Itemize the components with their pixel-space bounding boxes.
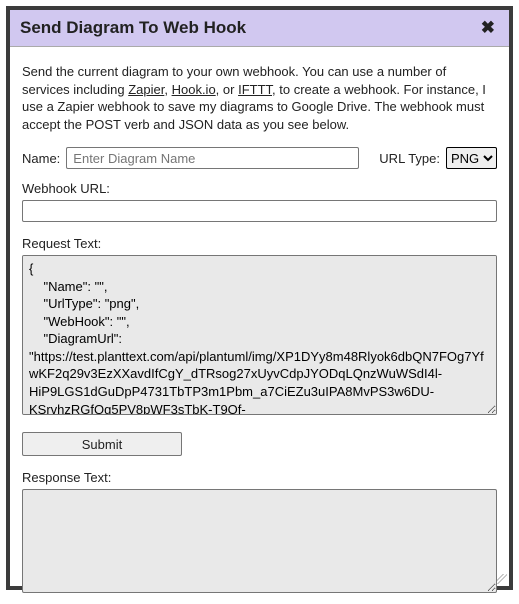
request-text-area[interactable] [22,255,497,415]
intro-text: Send the current diagram to your own web… [22,63,497,133]
dialog-titlebar: Send Diagram To Web Hook ✖ [10,10,509,47]
dialog-content: Send the current diagram to your own web… [10,47,509,604]
intro-sep-1: , [164,82,171,97]
name-row: Name: URL Type: PNG [22,147,497,169]
url-type-label: URL Type: [379,151,440,166]
submit-button[interactable]: Submit [22,432,182,456]
link-hookio[interactable]: Hook.io [172,82,216,97]
webhook-url-input[interactable] [22,200,497,222]
dialog-title: Send Diagram To Web Hook [20,18,246,38]
diagram-name-input[interactable] [66,147,359,169]
webhook-dialog: Send Diagram To Web Hook ✖ Send the curr… [6,6,513,590]
resize-handle-icon[interactable] [496,573,508,585]
link-zapier[interactable]: Zapier [128,82,164,97]
url-type-select[interactable]: PNG [446,147,497,169]
webhook-url-label: Webhook URL: [22,181,497,196]
intro-sep-2: , or [216,82,238,97]
link-ifttt[interactable]: IFTTT [238,82,272,97]
close-icon[interactable]: ✖ [477,18,499,38]
response-text-area[interactable] [22,489,497,593]
response-text-label: Response Text: [22,470,497,485]
request-text-label: Request Text: [22,236,497,251]
name-label: Name: [22,151,60,166]
